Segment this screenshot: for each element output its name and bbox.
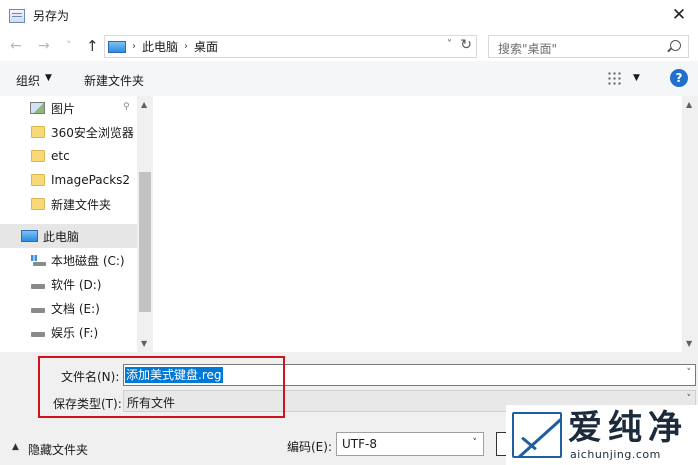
folder-icon (31, 150, 45, 162)
chevron-right-icon: › (132, 41, 136, 52)
folder-icon (31, 198, 45, 210)
breadcrumb-desktop[interactable]: 桌面 (194, 38, 218, 55)
sidebar-item-label: 娱乐 (F:) (51, 325, 99, 340)
sidebar-item-new-folder[interactable]: 新建文件夹 (0, 192, 137, 216)
sidebar-item-label: etc (51, 149, 70, 163)
sidebar-item-this-pc[interactable]: 此电脑 (0, 224, 137, 248)
watermark-text: 爱纯净 (568, 408, 688, 448)
view-options-icon[interactable] (607, 71, 623, 85)
chevron-down-icon[interactable]: ˅ (473, 438, 478, 448)
sidebar-item-drive-c[interactable]: 本地磁盘 (C:) (0, 248, 137, 272)
sidebar-item-label: 新建文件夹 (51, 197, 112, 212)
chevron-down-icon[interactable]: ˅ (687, 368, 692, 378)
help-icon[interactable]: ? (670, 69, 688, 87)
caret-down-icon[interactable]: ▼ (45, 73, 52, 83)
picture-icon (30, 102, 45, 114)
drive-icon (31, 332, 45, 337)
drive-icon (31, 284, 45, 289)
encoding-value: UTF-8 (342, 437, 377, 451)
watermark: 爱纯净 aichunjing.com (506, 405, 698, 465)
sidebar-item-etc[interactable]: etc (0, 144, 137, 168)
folder-icon (31, 126, 45, 138)
sidebar-item-drive-d[interactable]: 软件 (D:) (0, 272, 137, 296)
toolbar: 组织 ▼ 新建文件夹 ▼ ? (0, 61, 698, 96)
notepad-icon (9, 8, 25, 23)
sidebar-item-label: 此电脑 (43, 229, 80, 244)
window-title: 另存为 (33, 9, 70, 23)
sidebar-item-label: 360安全浏览器 (51, 125, 134, 140)
sidebar-item-label: 软件 (D:) (51, 277, 102, 292)
pin-icon[interactable]: ⚲ (123, 103, 132, 112)
watermark-logo-icon (512, 412, 562, 458)
scrollbar-thumb[interactable] (139, 172, 151, 312)
search-icon[interactable] (670, 40, 681, 51)
sidebar-item-label: 本地磁盘 (C:) (51, 253, 125, 268)
chevron-right-icon: › (184, 41, 189, 52)
hide-folders-button[interactable]: 隐藏文件夹 (28, 441, 88, 458)
scroll-up-icon[interactable]: ▲ (686, 100, 692, 109)
sidebar-item-imagepacks2[interactable]: ImagePacks2 (0, 168, 137, 192)
sidebar-item-label: 图片 (51, 101, 76, 116)
organize-button[interactable]: 组织 (16, 72, 40, 89)
watermark-url: aichunjing.com (570, 448, 661, 461)
navigation-bar: ← → ˅ ↑ › 此电脑 › 桌面 ˅ ↻ 搜索"桌面" (0, 31, 698, 61)
scroll-down-icon[interactable]: ▼ (141, 339, 147, 348)
encoding-label: 编码(E): (287, 440, 332, 454)
scroll-down-icon[interactable]: ▼ (686, 339, 692, 348)
caret-down-icon[interactable]: ▼ (633, 73, 640, 83)
forward-button[interactable]: → (38, 37, 50, 55)
encoding-select[interactable]: UTF-8 ˅ (336, 432, 484, 456)
back-button[interactable]: ← (10, 37, 22, 55)
sidebar-item-pictures[interactable]: 图片 ⚲ (0, 96, 137, 120)
up-button[interactable]: ↑ (86, 37, 99, 55)
scroll-up-icon[interactable]: ▲ (141, 100, 147, 109)
computer-icon (108, 40, 126, 53)
system-drive-icon (31, 255, 46, 266)
search-input[interactable]: 搜索"桌面" (498, 40, 557, 57)
file-list[interactable] (153, 96, 682, 352)
close-button[interactable]: ✕ (668, 5, 690, 25)
chevron-down-icon[interactable]: ˅ (687, 394, 692, 404)
folder-icon (31, 174, 45, 186)
computer-icon (21, 230, 38, 242)
annotation-highlight-box (38, 356, 285, 418)
sidebar-item-label: 文档 (E:) (51, 301, 100, 316)
chevron-down-icon[interactable]: ˅ (447, 39, 452, 50)
navigation-pane: 图片 ⚲ 360安全浏览器 etc ImagePacks2 新建文件夹 此电脑 … (0, 96, 153, 352)
title-bar: 另存为 ✕ (0, 0, 698, 31)
file-list-scrollbar[interactable]: ▲ ▼ (682, 96, 698, 352)
sidebar-item-label: ImagePacks2 (51, 173, 131, 187)
navigation-scrollbar[interactable]: ▲ ▼ (137, 96, 153, 352)
caret-up-icon[interactable]: ▲ (12, 442, 19, 452)
sidebar-item-360-browser[interactable]: 360安全浏览器 (0, 120, 137, 144)
refresh-icon[interactable]: ↻ (460, 37, 472, 53)
recent-locations-button[interactable]: ˅ (66, 37, 72, 55)
new-folder-button[interactable]: 新建文件夹 (84, 72, 144, 89)
sidebar-item-drive-e[interactable]: 文档 (E:) (0, 296, 137, 320)
breadcrumb-this-pc[interactable]: 此电脑 (142, 38, 178, 55)
search-box[interactable]: 搜索"桌面" (488, 35, 689, 58)
address-bar[interactable]: › 此电脑 › 桌面 ˅ ↻ (104, 35, 477, 58)
sidebar-item-drive-f[interactable]: 娱乐 (F:) (0, 320, 137, 344)
drive-icon (31, 308, 45, 313)
